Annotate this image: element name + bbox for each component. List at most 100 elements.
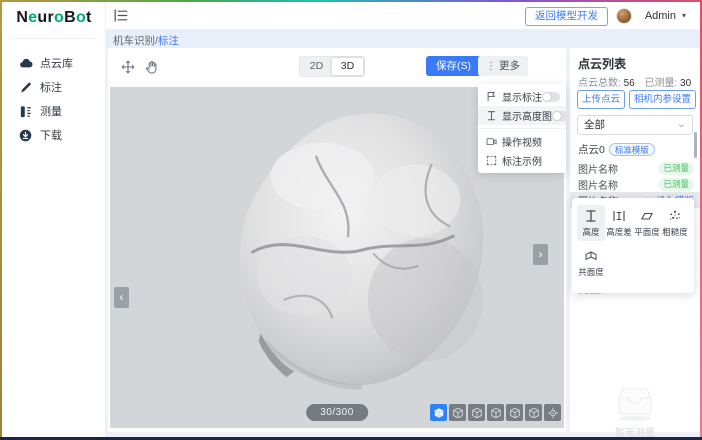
- pagination-badge: 30/300: [306, 404, 368, 421]
- status-badge: 已测量: [658, 178, 694, 191]
- menu-item-annotation-example[interactable]: 标注示例: [478, 151, 566, 170]
- view-mode-toggle: 2D 3D: [299, 56, 365, 77]
- breadcrumb-parent[interactable]: 机车识别: [113, 35, 155, 47]
- height-diff-icon: [612, 209, 626, 223]
- canvas-toolbar: 2D 3D 保存(S) ⋮更多: [108, 48, 566, 86]
- app-window: NeuroBot 点云库 标注 测量 下载: [2, 2, 700, 438]
- pointcloud-panel: 点云列表 点云总数: 56 已测量: 30 上传点云 相机内参设置 全部 ⌄ 点…: [570, 48, 700, 432]
- sidebar-item-pointcloud-library[interactable]: 点云库: [2, 53, 106, 73]
- tool-coplanarity[interactable]: 共面度: [577, 245, 605, 281]
- sidebar-item-download[interactable]: 下载: [2, 125, 106, 145]
- tool-label: 平面度: [634, 226, 660, 238]
- topbar: 返回模型开发 Admin ▾: [106, 2, 700, 30]
- measure-tools-popup: 高度 高度差 平面度: [572, 198, 694, 293]
- sidebar: NeuroBot 点云库 标注 测量 下载: [2, 2, 106, 438]
- breadcrumb-bar: 机车识别/标注: [106, 30, 700, 48]
- height-map-icon: [486, 110, 497, 121]
- logo-part: N: [16, 9, 28, 26]
- sidebar-collapse-icon[interactable]: [114, 9, 128, 22]
- flatness-icon: [640, 209, 654, 223]
- tooth-3d-model[interactable]: [203, 105, 505, 403]
- annotation-flag-icon: [486, 91, 497, 102]
- empty-state: 暂无测量: [570, 384, 700, 438]
- measured-label: 已测量:: [644, 78, 677, 89]
- view-cube-top-button[interactable]: [487, 404, 504, 421]
- example-frame-icon: [486, 155, 497, 166]
- divider: [10, 38, 96, 39]
- tool-label: 高度差: [606, 226, 632, 238]
- total-label: 点云总数:: [578, 78, 621, 89]
- logo-part: B: [64, 9, 76, 26]
- view-cube-front-button[interactable]: [449, 404, 466, 421]
- view-cube-right-button[interactable]: [525, 404, 542, 421]
- sidebar-item-label: 下载: [40, 127, 62, 143]
- download-icon: [19, 128, 33, 142]
- tool-label: 高度: [582, 226, 599, 238]
- filter-select-value: 全部: [584, 119, 605, 131]
- tool-height-diff[interactable]: 高度差: [605, 205, 633, 241]
- sidebar-item-annotate[interactable]: 标注: [2, 77, 106, 97]
- menu-item-label: 显示高度图: [502, 108, 552, 123]
- measured-value: 30: [680, 78, 691, 89]
- template-tag: 标准模版: [609, 143, 655, 156]
- show-heightmap-toggle[interactable]: [552, 111, 570, 121]
- upload-pointcloud-button[interactable]: 上传点云: [577, 90, 625, 109]
- image-list-item[interactable]: 图片名称 已测量: [570, 176, 700, 192]
- frame-border-left: [0, 0, 2, 440]
- view-3d-button[interactable]: 3D: [332, 58, 363, 75]
- menu-item-show-annotations[interactable]: 显示标注: [478, 87, 566, 106]
- reset-view-button[interactable]: [544, 404, 561, 421]
- more-button[interactable]: ⋮更多: [478, 56, 528, 76]
- user-menu[interactable]: Admin: [645, 10, 676, 22]
- breadcrumb-current: 标注: [158, 35, 179, 47]
- view-cube-iso-button[interactable]: [430, 404, 447, 421]
- coplanarity-icon: [584, 249, 598, 263]
- empty-state-text: 暂无测量: [570, 424, 700, 438]
- next-image-button[interactable]: ›: [533, 244, 548, 265]
- pen-icon: [19, 80, 33, 94]
- view-cube-left-button[interactable]: [468, 404, 485, 421]
- logo-part: ur: [37, 9, 54, 26]
- tool-height[interactable]: 高度: [577, 205, 605, 241]
- height-icon: [584, 209, 598, 223]
- avatar[interactable]: [616, 8, 632, 24]
- view-2d-button[interactable]: 2D: [301, 58, 332, 75]
- tool-flatness[interactable]: 平面度: [633, 205, 661, 241]
- image-list-item[interactable]: 图片名称 已测量: [570, 160, 700, 176]
- app-logo: NeuroBot: [2, 9, 106, 27]
- divider: [478, 128, 566, 129]
- sidebar-item-label: 点云库: [40, 55, 73, 71]
- cloud-group-row[interactable]: 点云0 标准模版: [578, 142, 655, 157]
- hand-grab-icon[interactable]: [144, 59, 160, 75]
- save-button[interactable]: 保存(S): [426, 56, 481, 76]
- roughness-icon: [668, 209, 682, 223]
- tool-label: 共面度: [578, 266, 604, 278]
- panel-stats: 点云总数: 56 已测量: 30: [578, 74, 698, 89]
- back-to-model-dev-button[interactable]: 返回模型开发: [525, 7, 608, 26]
- show-annotations-toggle[interactable]: [542, 92, 560, 102]
- chevron-down-icon: ⌄: [677, 115, 686, 133]
- panel-buttons: 上传点云 相机内参设置: [577, 90, 696, 109]
- frame-border-top: [0, 0, 702, 2]
- cloud-name: 点云0: [578, 142, 605, 157]
- logo-gear-e: e: [28, 9, 37, 26]
- sidebar-item-label: 测量: [40, 103, 62, 119]
- sidebar-item-label: 标注: [40, 79, 62, 95]
- logo-gear-o: o: [54, 9, 64, 26]
- list-scrollbar[interactable]: [694, 132, 697, 158]
- sidebar-item-measure[interactable]: 测量: [2, 101, 106, 121]
- menu-item-tutorial-video[interactable]: 操作视频: [478, 132, 566, 151]
- ruler-icon: [19, 104, 33, 118]
- filter-select[interactable]: 全部 ⌄: [577, 115, 693, 135]
- logo-gear-o: o: [76, 9, 86, 26]
- view-cube-back-button[interactable]: [506, 404, 523, 421]
- tool-roughness[interactable]: 粗糙度: [661, 205, 689, 241]
- more-button-label: 更多: [499, 60, 520, 72]
- menu-item-show-heightmap[interactable]: 显示高度图: [478, 106, 566, 125]
- chevron-down-icon: ▾: [682, 11, 686, 20]
- pan-move-icon[interactable]: [120, 59, 136, 75]
- prev-image-button[interactable]: ‹: [114, 287, 129, 308]
- view-orientation-buttons: [430, 404, 561, 421]
- camera-intrinsics-button[interactable]: 相机内参设置: [629, 90, 696, 109]
- kebab-menu-icon: ⋮: [486, 61, 496, 72]
